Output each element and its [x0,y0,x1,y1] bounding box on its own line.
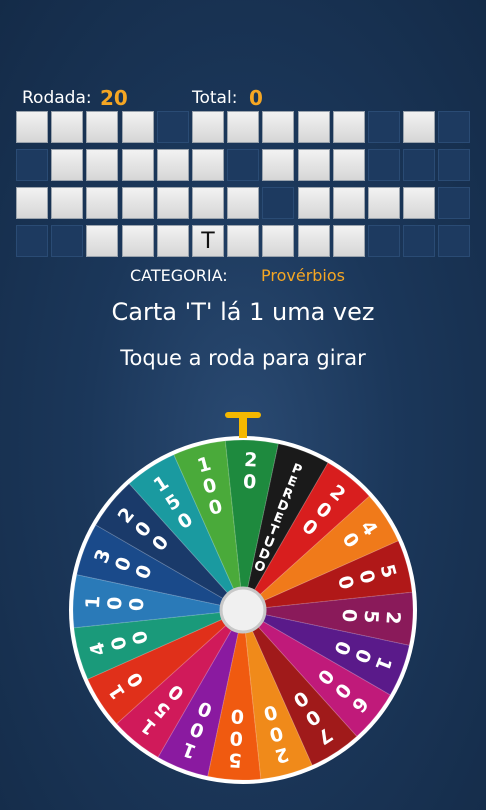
board-tile [227,111,260,143]
instruction-message: Toque a roda para girar [120,346,366,370]
board-tile [51,187,84,219]
wheel-pointer-icon [225,412,261,438]
board-tile [332,225,365,257]
board-tile [332,111,365,143]
board-tile-letter: T [192,225,224,257]
board-tile [16,187,48,219]
board-tile [156,187,189,219]
board-tile [121,111,154,143]
svg-text:2: 2 [244,449,258,472]
board-tile-empty [438,111,471,143]
board-tile [227,187,260,219]
board-tile [156,225,189,257]
board-tile [262,225,295,257]
svg-text:0: 0 [230,705,244,728]
wheel-segment-label: 20 [243,449,259,494]
board-tile [297,187,330,219]
board-tile-empty [403,225,436,257]
board-tile-empty [403,149,436,181]
svg-text:0: 0 [229,726,243,749]
board-tile-empty [156,111,189,143]
board-tile [403,187,436,219]
board-tile-empty [262,187,295,219]
board-tile [262,111,295,143]
board-tile [332,187,365,219]
board-tile [332,149,365,181]
board-tile [121,149,154,181]
board-tile [86,149,119,181]
board-tile [16,111,48,143]
board-tile [86,111,119,143]
svg-text:0: 0 [126,597,149,611]
board-tile-empty [368,225,400,257]
category-label: CATEGORIA: [130,266,228,285]
board-tile [121,225,154,257]
board-tile [297,225,330,257]
status-message: Carta 'T' lá 1 uma vez [111,298,375,326]
total-label: Total: [192,88,238,108]
board-tile [86,187,119,219]
board-tile [192,111,224,143]
board-tile-empty [438,225,471,257]
board-tile-empty [51,225,84,257]
svg-text:0: 0 [338,608,361,622]
board-tile [192,187,224,219]
prize-wheel[interactable]: 20PERDETUDO200 40500250100600700200500100… [0,400,486,810]
board-tile-empty [438,149,471,181]
svg-text:5: 5 [359,610,382,624]
board-tile-empty [438,187,471,219]
category-value: Provérbios [261,266,345,285]
board-tile-empty [368,149,400,181]
svg-text:0: 0 [243,471,257,494]
svg-text:1: 1 [82,595,105,609]
wheel-hub [219,586,267,634]
board-tile [297,111,330,143]
board-tile-empty [16,149,48,181]
board-tile-empty [368,111,400,143]
board-tile [156,149,189,181]
board-tile [51,149,84,181]
round-value: 20 [100,86,128,110]
board-tile [86,225,119,257]
board-tile [121,187,154,219]
board-tile [403,111,436,143]
total-value: 0 [249,86,263,110]
board-tile [297,149,330,181]
board-tile [227,225,260,257]
board-tile-empty [16,225,48,257]
svg-text:0: 0 [104,596,127,610]
board-tile [192,149,224,181]
svg-text:5: 5 [228,748,242,771]
board-tile [368,187,400,219]
board-tile [262,149,295,181]
board-tile-empty [227,149,260,181]
svg-text:2: 2 [381,611,404,625]
round-label: Rodada: [22,88,92,108]
board-tile [51,111,84,143]
